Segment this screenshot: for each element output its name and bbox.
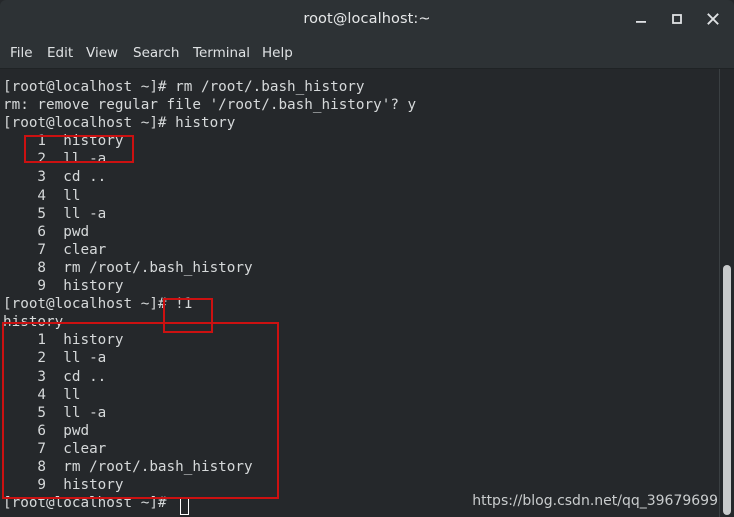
terminal-line: 1 history <box>3 133 124 150</box>
terminal-line: 5 ll -a <box>3 404 107 421</box>
watermark-url: https://blog.csdn.net/qq_39679699 <box>472 493 718 509</box>
text-cursor <box>180 498 189 515</box>
terminal-window: root@localhost:~ File Edit View Search T… <box>0 0 734 517</box>
menu-item-terminal[interactable]: Terminal <box>193 38 250 68</box>
menu-bar: File Edit View Search Terminal Help <box>0 38 734 69</box>
terminal-line: 6 pwd <box>3 422 90 439</box>
terminal-line: rm: remove regular file '/root/.bash_his… <box>3 97 417 114</box>
terminal-line: 2 ll -a <box>3 350 107 367</box>
terminal-content-area[interactable]: [root@localhost ~]# rm /root/.bash_histo… <box>0 69 734 517</box>
terminal-line: 3 cd .. <box>3 169 107 186</box>
terminal-line: 9 history <box>3 477 124 494</box>
menu-item-file[interactable]: File <box>10 38 33 68</box>
terminal-line: 8 rm /root/.bash_history <box>3 259 253 276</box>
scrollbar-track[interactable] <box>719 69 734 517</box>
terminal-line: 7 clear <box>3 440 107 457</box>
minimize-button[interactable] <box>632 10 650 28</box>
terminal-line: [root@localhost ~]# history <box>3 115 236 132</box>
title-bar[interactable]: root@localhost:~ <box>0 0 734 38</box>
terminal-line: 6 pwd <box>3 223 90 240</box>
terminal-line: 8 rm /root/.bash_history <box>3 458 253 475</box>
scrollbar-thumb[interactable] <box>723 265 731 515</box>
terminal-line: history <box>3 314 64 331</box>
terminal-line: 7 clear <box>3 241 107 258</box>
menu-item-help[interactable]: Help <box>262 38 293 68</box>
terminal-line: 5 ll -a <box>3 205 107 222</box>
terminal-line: 9 history <box>3 278 124 295</box>
close-button[interactable] <box>704 10 722 28</box>
menu-item-edit[interactable]: Edit <box>47 38 73 68</box>
terminal-line: [root@localhost ~]# rm /root/.bash_histo… <box>3 79 365 95</box>
terminal-output: [root@localhost ~]# rm /root/.bash_histo… <box>3 78 416 512</box>
terminal-line: 3 cd .. <box>3 368 107 385</box>
terminal-line: 1 history <box>3 332 124 349</box>
terminal-line: 4 ll <box>3 386 81 403</box>
terminal-line: 4 ll <box>3 187 81 204</box>
menu-item-view[interactable]: View <box>86 38 118 68</box>
terminal-line: [root@localhost ~]# <box>3 495 176 512</box>
menu-item-search[interactable]: Search <box>133 38 179 68</box>
window-title: root@localhost:~ <box>303 11 431 27</box>
terminal-line: 2 ll -a <box>3 151 107 168</box>
maximize-button[interactable] <box>668 10 686 28</box>
terminal-line: [root@localhost ~]# !1 <box>3 296 193 313</box>
